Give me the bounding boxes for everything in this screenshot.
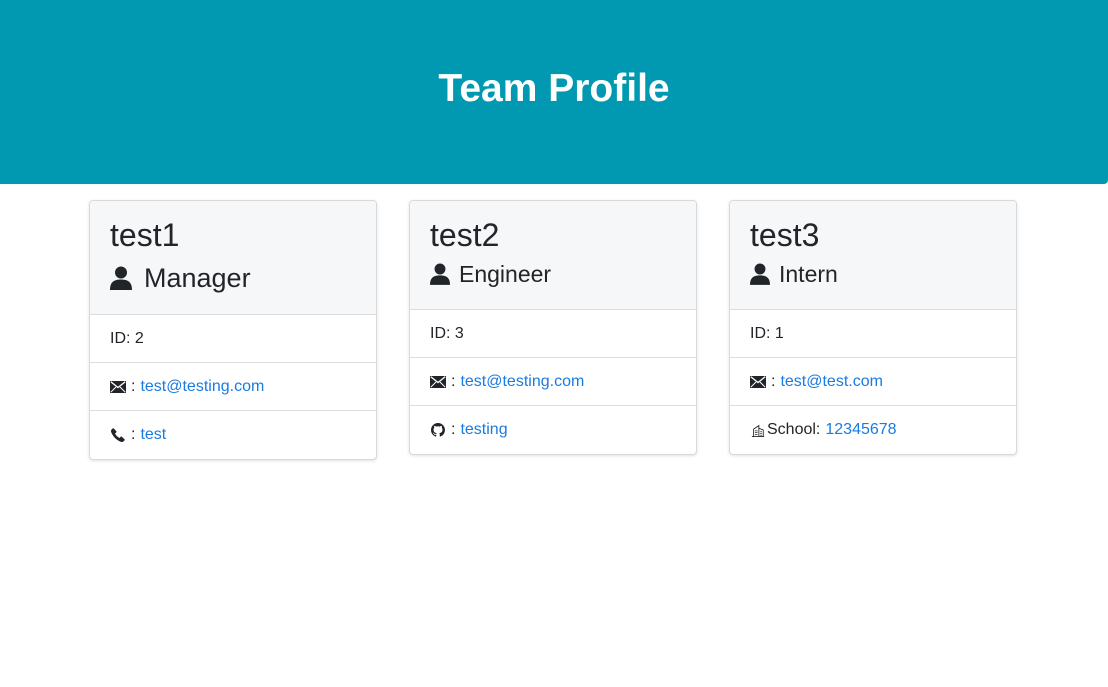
github-separator: : — [451, 421, 456, 438]
school-link[interactable]: 12345678 — [825, 421, 896, 439]
employee-github-row: : testing — [410, 406, 696, 454]
person-icon — [430, 263, 450, 285]
employee-phone-row: : test — [90, 411, 376, 459]
employee-id-row: ID: 3 — [410, 310, 696, 358]
envelope-icon — [110, 380, 126, 393]
employee-email-row: : test@test.com — [730, 358, 1016, 406]
email-link[interactable]: test@testing.com — [140, 378, 264, 396]
card-header: test3 Intern — [730, 201, 1016, 310]
employee-email-row: : test@testing.com — [410, 358, 696, 406]
phone-separator: : — [131, 426, 136, 443]
employee-role: Engineer — [430, 259, 676, 289]
person-icon — [110, 266, 132, 290]
employee-role-label: Engineer — [459, 261, 552, 287]
email-link[interactable]: test@test.com — [780, 373, 883, 391]
github-link[interactable]: testing — [460, 421, 507, 439]
employee-email-row: : test@testing.com — [90, 363, 376, 411]
person-icon — [750, 263, 770, 285]
employee-id: ID: 1 — [750, 324, 784, 342]
page-title: Team Profile — [438, 67, 670, 110]
email-link[interactable]: test@testing.com — [460, 373, 584, 391]
employee-id: ID: 2 — [110, 329, 144, 347]
employee-name: test3 — [750, 217, 820, 253]
phone-link[interactable]: test — [140, 426, 166, 444]
card-header: test2 Engineer — [410, 201, 696, 310]
envelope-icon — [430, 375, 446, 388]
employee-role-label: Intern — [779, 261, 838, 287]
email-separator: : — [771, 372, 776, 390]
employee-name: test1 — [110, 217, 180, 253]
employee-role: Intern — [750, 259, 996, 289]
employee-card-engineer: test2 Engineer ID: 3 : test@testing.com … — [409, 200, 697, 455]
building-icon — [751, 424, 765, 437]
github-icon — [431, 423, 445, 437]
email-separator: : — [131, 377, 136, 395]
employee-id-row: ID: 2 — [90, 315, 376, 363]
employee-school-row: School: 12345678 — [730, 406, 1016, 454]
card-header: test1 Manager — [90, 201, 376, 315]
email-separator: : — [451, 372, 456, 390]
school-label: School: — [767, 421, 821, 438]
employee-card-intern: test3 Intern ID: 1 : test@test.com Schoo… — [729, 200, 1017, 455]
employee-id-row: ID: 1 — [730, 310, 1016, 358]
phone-icon — [110, 428, 125, 442]
employee-role-label: Manager — [144, 263, 251, 293]
employee-card-manager: test1 Manager ID: 2 : test@testing.com :… — [89, 200, 377, 460]
employee-id: ID: 3 — [430, 324, 464, 342]
page-banner: Team Profile — [0, 0, 1108, 184]
envelope-icon — [750, 375, 766, 388]
employee-name: test2 — [430, 217, 500, 253]
employee-role: Manager — [110, 261, 356, 295]
